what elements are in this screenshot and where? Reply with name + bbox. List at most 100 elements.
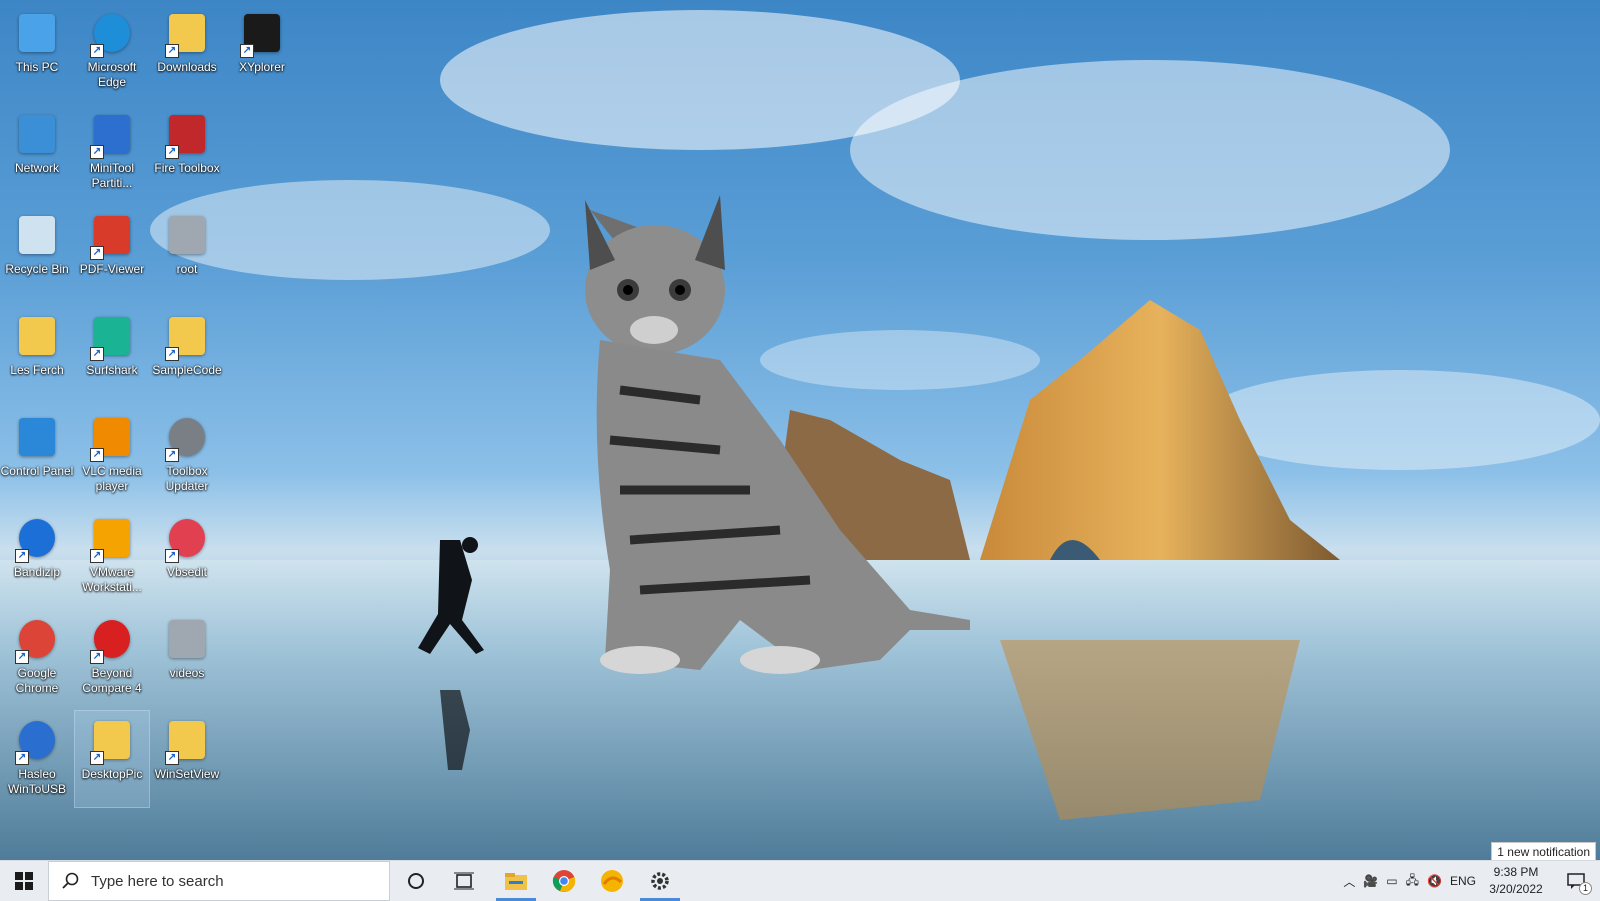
bandizip-icon: ↗ bbox=[13, 515, 61, 563]
file-explorer-icon bbox=[505, 873, 527, 890]
desktop-icon-microsoft-edge[interactable]: ↗ Microsoft Edge bbox=[75, 4, 149, 100]
desktop-icon-toolbox-updater[interactable]: ↗ Toolbox Updater bbox=[150, 408, 224, 504]
desktop-icon-label: Toolbox Updater bbox=[165, 464, 209, 493]
language-indicator[interactable]: ENG bbox=[1450, 874, 1476, 888]
desktop-icon-vbsedit[interactable]: ↗ Vbsedit bbox=[150, 509, 224, 605]
desktop-icon-label: Control Panel bbox=[0, 464, 74, 478]
volume-muted-icon[interactable]: 🔇 bbox=[1427, 874, 1442, 888]
vlc-icon: ↗ bbox=[88, 414, 136, 462]
desktop[interactable]: This PC ↗ Microsoft Edge ↗ Downloads ↗ XYplore… bbox=[0, 0, 1600, 860]
desktop-icon-control-panel[interactable]: Control Panel bbox=[0, 408, 74, 504]
shortcut-arrow-icon: ↗ bbox=[165, 448, 179, 462]
taskbar-file-explorer[interactable] bbox=[492, 861, 540, 901]
shortcut-arrow-icon: ↗ bbox=[15, 751, 29, 765]
search-placeholder: Type here to search bbox=[91, 872, 224, 890]
desktop-icon-desktoppic[interactable]: ↗ DesktopPic bbox=[74, 710, 150, 808]
notification-toast[interactable]: 1 new notification bbox=[1491, 842, 1596, 862]
drive-icon bbox=[163, 212, 211, 260]
action-center-button[interactable]: 1 bbox=[1552, 861, 1600, 901]
minitool-icon: ↗ bbox=[88, 111, 136, 159]
desktop-icon-label: Hasleo WinToUSB bbox=[7, 767, 66, 796]
desktop-icon-label: Fire Toolbox bbox=[154, 161, 220, 175]
desktop-icon-label: Google Chrome bbox=[15, 666, 59, 695]
desktop-icon-network[interactable]: Network bbox=[0, 105, 74, 201]
desktop-icon-samplecode[interactable]: ↗ SampleCode bbox=[150, 307, 224, 403]
battery-icon[interactable]: ▭ bbox=[1386, 874, 1397, 888]
shortcut-arrow-icon: ↗ bbox=[90, 145, 104, 159]
desktop-icon-label: Les Ferch bbox=[10, 363, 64, 377]
shortcut-arrow-icon: ↗ bbox=[165, 145, 179, 159]
clock[interactable]: 9:38 PM 3/20/2022 bbox=[1480, 864, 1552, 898]
shortcut-arrow-icon: ↗ bbox=[165, 44, 179, 58]
taskbar-edge-canary[interactable] bbox=[588, 861, 636, 901]
network-tray-icon[interactable]: 🖧 bbox=[1406, 871, 1419, 892]
shortcut-arrow-icon: ↗ bbox=[90, 347, 104, 361]
shortcut-arrow-icon: ↗ bbox=[90, 448, 104, 462]
desktop-icon-label: videos bbox=[169, 666, 205, 680]
clock-date: 3/20/2022 bbox=[1489, 882, 1543, 896]
shortcut-arrow-icon: ↗ bbox=[90, 246, 104, 260]
folder-download-icon: ↗ bbox=[163, 10, 211, 58]
desktop-icon-label: WinSetView bbox=[154, 767, 220, 781]
cortana-button[interactable] bbox=[392, 861, 440, 901]
start-button[interactable] bbox=[0, 861, 48, 901]
desktop-icon-beyond-compare-4[interactable]: ↗ Beyond Compare 4 bbox=[75, 610, 149, 706]
desktop-icon-les-ferch[interactable]: Les Ferch bbox=[0, 307, 74, 403]
desktop-icon-label: DesktopPic bbox=[81, 767, 143, 781]
desktop-icon-downloads[interactable]: ↗ Downloads bbox=[150, 4, 224, 100]
shortcut-arrow-icon: ↗ bbox=[165, 347, 179, 361]
desktop-icon-google-chrome[interactable]: ↗ Google Chrome bbox=[0, 610, 74, 706]
shortcut-arrow-icon: ↗ bbox=[90, 650, 104, 664]
drive-icon bbox=[163, 616, 211, 664]
desktop-icon-label: Microsoft Edge bbox=[87, 60, 137, 89]
meet-now-icon[interactable]: 🎥 bbox=[1363, 874, 1378, 888]
desktop-icon-label: MiniTool Partiti... bbox=[89, 161, 134, 190]
vmware-icon: ↗ bbox=[88, 515, 136, 563]
folder-icon: ↗ bbox=[163, 717, 211, 765]
shortcut-arrow-icon: ↗ bbox=[90, 44, 104, 58]
chevron-up-icon[interactable]: ︿ bbox=[1343, 873, 1355, 890]
desktop-icon-label: Bandizip bbox=[13, 565, 61, 579]
desktop-icon-label: XYplorer bbox=[239, 60, 285, 74]
task-view-button[interactable] bbox=[440, 861, 488, 901]
shortcut-arrow-icon: ↗ bbox=[15, 549, 29, 563]
shortcut-arrow-icon: ↗ bbox=[240, 44, 254, 58]
edge-icon: ↗ bbox=[88, 10, 136, 58]
desktop-icon-label: This PC bbox=[15, 60, 59, 74]
taskbar-search-box[interactable]: Type here to search bbox=[48, 861, 390, 901]
desktop-icon-vlc-media-player[interactable]: ↗ VLC media player bbox=[75, 408, 149, 504]
desktop-icon-winsetview[interactable]: ↗ WinSetView bbox=[150, 711, 224, 807]
desktop-icon-root[interactable]: root bbox=[150, 206, 224, 302]
edge-canary-icon bbox=[601, 870, 623, 892]
desktop-icon-hasleo-wintousb[interactable]: ↗ Hasleo WinToUSB bbox=[0, 711, 74, 807]
shortcut-arrow-icon: ↗ bbox=[90, 751, 104, 765]
desktop-icon-this-pc[interactable]: This PC bbox=[0, 4, 74, 100]
desktop-icon-videos[interactable]: videos bbox=[150, 610, 224, 706]
desktop-icon-label: VLC media player bbox=[82, 464, 142, 493]
desktop-icon-bandizip[interactable]: ↗ Bandizip bbox=[0, 509, 74, 605]
control-panel-icon bbox=[13, 414, 61, 462]
desktop-icon-pdf-viewer[interactable]: ↗ PDF-Viewer bbox=[75, 206, 149, 302]
taskbar-chrome[interactable] bbox=[540, 861, 588, 901]
desktop-icon-vmware-workstati[interactable]: ↗ VMware Workstati... bbox=[75, 509, 149, 605]
desktop-icon-xyplorer[interactable]: ↗ XYplorer bbox=[225, 4, 299, 100]
beyond-compare-icon: ↗ bbox=[88, 616, 136, 664]
desktop-icon-label: Surfshark bbox=[86, 363, 138, 377]
settings-icon bbox=[651, 872, 669, 890]
desktop-icon-label: Downloads bbox=[157, 60, 217, 74]
pdf-icon: ↗ bbox=[88, 212, 136, 260]
shortcut-arrow-icon: ↗ bbox=[15, 650, 29, 664]
desktop-icon-surfshark[interactable]: ↗ Surfshark bbox=[75, 307, 149, 403]
shortcut-arrow-icon: ↗ bbox=[90, 549, 104, 563]
cat-image bbox=[585, 195, 970, 674]
desktop-icon-label: Network bbox=[14, 161, 59, 175]
desktop-icon-recycle-bin[interactable]: Recycle Bin bbox=[0, 206, 74, 302]
desktop-icon-minitool-partiti[interactable]: ↗ MiniTool Partiti... bbox=[75, 105, 149, 201]
toolbox-icon: ↗ bbox=[163, 111, 211, 159]
desktop-icon-fire-toolbox[interactable]: ↗ Fire Toolbox bbox=[150, 105, 224, 201]
windows-icon bbox=[15, 872, 33, 890]
folder-icon: ↗ bbox=[163, 313, 211, 361]
taskbar-settings[interactable] bbox=[636, 861, 684, 901]
desktop-icon-label: Vbsedit bbox=[166, 565, 208, 579]
cortana-icon bbox=[408, 873, 424, 889]
